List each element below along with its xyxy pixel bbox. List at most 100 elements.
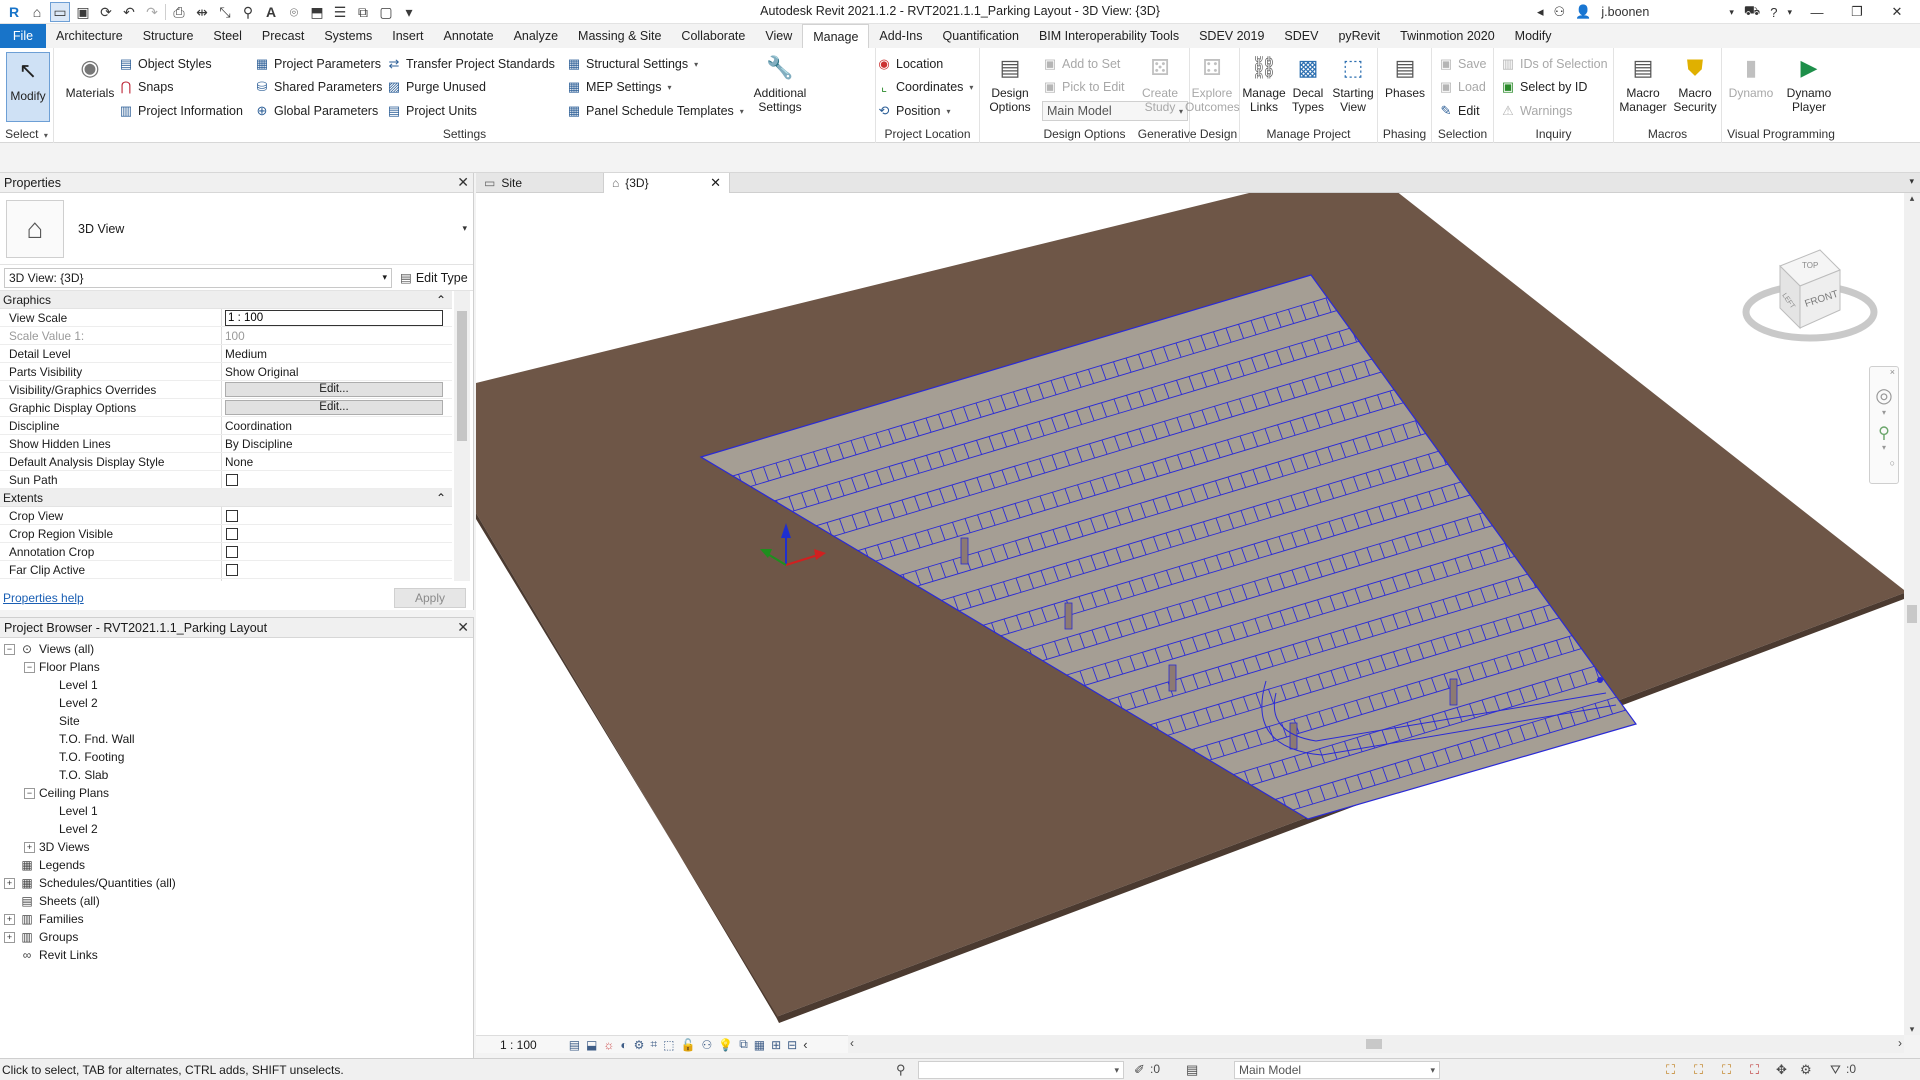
crop-icon[interactable]: ⌗ xyxy=(650,1037,657,1052)
design-option-status-select[interactable]: Main Model ▾ xyxy=(1234,1061,1440,1079)
property-value[interactable]: Show Original xyxy=(222,363,452,380)
save-icon[interactable]: ▣ xyxy=(73,2,93,22)
checkbox[interactable] xyxy=(226,563,238,576)
collapse-arrow-icon[interactable]: ‹ xyxy=(803,1037,807,1052)
global-parameters-button[interactable]: ⊕ Global Parameters xyxy=(254,101,379,121)
scroll-up-icon[interactable]: ▴ xyxy=(1904,193,1920,204)
sun-path-icon[interactable]: ☼ xyxy=(603,1038,614,1052)
close-hidden-windows-icon[interactable]: ⧉ xyxy=(353,2,373,22)
reveal-hidden-icon[interactable]: 💡 xyxy=(718,1038,733,1052)
browser-node[interactable]: ∞ Revit Links xyxy=(0,946,473,964)
browser-node[interactable]: − ⊙ Views (all) xyxy=(0,640,473,658)
user-icon[interactable]: 👤 xyxy=(1575,4,1591,20)
chevron-down-icon[interactable]: ▾ xyxy=(462,223,467,234)
explore-outcomes-button[interactable]: ⚃ Explore Outcomes xyxy=(1184,52,1240,115)
collapse-icon[interactable]: ⌃ xyxy=(436,491,446,505)
save-selection-button[interactable]: ▣ Save xyxy=(1438,54,1487,74)
shadows-icon[interactable]: ◐ xyxy=(620,1038,627,1052)
tag-icon[interactable]: ⚲ xyxy=(238,2,258,22)
browser-node[interactable]: ▦ Legends xyxy=(0,856,473,874)
property-value[interactable]: Coordination xyxy=(222,417,452,434)
browser-node[interactable]: Level 2 xyxy=(0,694,473,712)
tab-twinmotion-2020[interactable]: Twinmotion 2020 xyxy=(1390,24,1505,48)
collapse-icon[interactable]: − xyxy=(24,661,35,673)
edit-type-button[interactable]: ▤ Edit Type xyxy=(400,270,468,286)
tab-file[interactable]: File xyxy=(0,24,46,48)
expand-icon[interactable]: + xyxy=(24,841,35,853)
3d-viewport[interactable] xyxy=(476,193,1904,1035)
browser-node[interactable]: Level 1 xyxy=(0,676,473,694)
scroll-right-icon[interactable]: › xyxy=(1898,1036,1902,1050)
viewport-horizontal-scrollbar[interactable]: ‹ › xyxy=(848,1035,1904,1053)
close-navbar-icon[interactable]: × xyxy=(1870,367,1898,377)
light-pole[interactable] xyxy=(960,537,969,565)
temporary-hide-icon[interactable]: ⚇ xyxy=(701,1038,712,1052)
property-value[interactable]: By Discipline xyxy=(222,435,452,452)
design-options-button[interactable]: ▤ Design Options xyxy=(984,52,1036,115)
tab-structure[interactable]: Structure xyxy=(133,24,204,48)
zoom-icon[interactable]: ⚲ xyxy=(1870,423,1898,443)
decal-types-button[interactable]: ▩ Decal Types xyxy=(1288,52,1328,115)
checkbox[interactable] xyxy=(226,545,238,558)
tab-systems[interactable]: Systems xyxy=(314,24,382,48)
customize-qat-icon[interactable]: ▾ xyxy=(399,2,419,22)
mep-settings-button[interactable]: ▦ MEP Settings ▾ xyxy=(566,77,672,97)
viewcube-top[interactable]: TOP xyxy=(1802,261,1818,270)
sync-icon[interactable]: ⟳ xyxy=(96,2,116,22)
checkbox[interactable] xyxy=(226,509,238,522)
chevron-down-icon[interactable]: ▾ xyxy=(1870,408,1898,417)
snaps-button[interactable]: ⋂ Snaps xyxy=(118,77,174,97)
create-study-button[interactable]: ⚄ Create Study xyxy=(1138,52,1182,115)
worksharing-icon[interactable]: ⧉ xyxy=(739,1037,748,1052)
edit-selection-button[interactable]: ✎ Edit xyxy=(1438,101,1480,121)
constraints-icon[interactable]: ⊟ xyxy=(787,1038,797,1052)
group-extents[interactable]: Extents ⌃ xyxy=(0,489,452,507)
print-icon[interactable]: ⎙ xyxy=(169,2,189,22)
instance-filter-select[interactable]: 3D View: {3D} ▾ xyxy=(4,267,392,288)
filter-icon[interactable]: ⛛ xyxy=(1830,1062,1841,1078)
additional-settings-button[interactable]: 🔧 Additional Settings xyxy=(748,52,812,115)
shared-parameters-button[interactable]: ⛁ Shared Parameters xyxy=(254,77,383,97)
binoculars-icon[interactable]: ⚇ xyxy=(1554,4,1566,20)
select-pinned-icon[interactable]: ⛶ xyxy=(1722,1062,1731,1078)
help-icon[interactable]: ? xyxy=(1770,5,1777,20)
minimize-icon[interactable]: — xyxy=(1802,5,1832,20)
select-by-face-icon[interactable]: ⛶ xyxy=(1750,1062,1759,1078)
dynamo-player-button[interactable]: ▶ Dynamo Player xyxy=(1782,52,1836,115)
view-scale-input[interactable] xyxy=(225,309,443,326)
collapse-icon[interactable]: − xyxy=(24,787,35,799)
select-underlay-icon[interactable]: ⛶ xyxy=(1694,1062,1703,1078)
tab-3d[interactable]: ⌂ {3D} ✕ xyxy=(604,173,730,193)
collapse-icon[interactable]: − xyxy=(4,643,15,655)
user-dropdown-icon[interactable]: ▾ xyxy=(1729,7,1734,18)
close-window-icon[interactable]: ✕ xyxy=(1882,4,1912,20)
visual-style-icon[interactable]: ⬓ xyxy=(586,1038,597,1052)
chevron-down-icon[interactable]: ▾ xyxy=(1870,443,1898,452)
browser-node[interactable]: + ▥ Groups xyxy=(0,928,473,946)
browser-node[interactable]: T.O. Footing xyxy=(0,748,473,766)
property-value[interactable]: None xyxy=(222,453,452,470)
browser-node[interactable]: Level 2 xyxy=(0,820,473,838)
properties-scrollbar[interactable] xyxy=(454,291,470,581)
light-pole[interactable] xyxy=(1168,664,1177,692)
dimension-icon[interactable]: ⤡ xyxy=(215,2,235,22)
tab-steel[interactable]: Steel xyxy=(203,24,252,48)
collapse-icon[interactable]: ⌃ xyxy=(436,293,446,307)
property-value[interactable] xyxy=(222,471,452,488)
browser-node[interactable]: T.O. Fnd. Wall xyxy=(0,730,473,748)
load-selection-button[interactable]: ▣ Load xyxy=(1438,77,1486,97)
materials-button[interactable]: ◉ Materials xyxy=(60,52,120,101)
panel-schedule-templates-button[interactable]: ▦ Panel Schedule Templates ▾ xyxy=(566,101,744,121)
add-to-set-button[interactable]: ▣ Add to Set xyxy=(1042,54,1121,74)
tab-precast[interactable]: Precast xyxy=(252,24,314,48)
expand-icon[interactable]: + xyxy=(4,913,15,925)
browser-node[interactable]: − Ceiling Plans xyxy=(0,784,473,802)
tab-analyze[interactable]: Analyze xyxy=(504,24,568,48)
manage-links-button[interactable]: ⛓ Manage Links xyxy=(1242,52,1286,115)
scroll-thumb[interactable] xyxy=(457,311,467,441)
user-name[interactable]: j.boonen xyxy=(1601,5,1649,19)
editable-only-icon[interactable]: ✐ xyxy=(1134,1062,1145,1078)
property-value[interactable] xyxy=(222,561,452,578)
tab-collaborate[interactable]: Collaborate xyxy=(671,24,755,48)
drag-elements-icon[interactable]: ✥ xyxy=(1776,1062,1787,1078)
